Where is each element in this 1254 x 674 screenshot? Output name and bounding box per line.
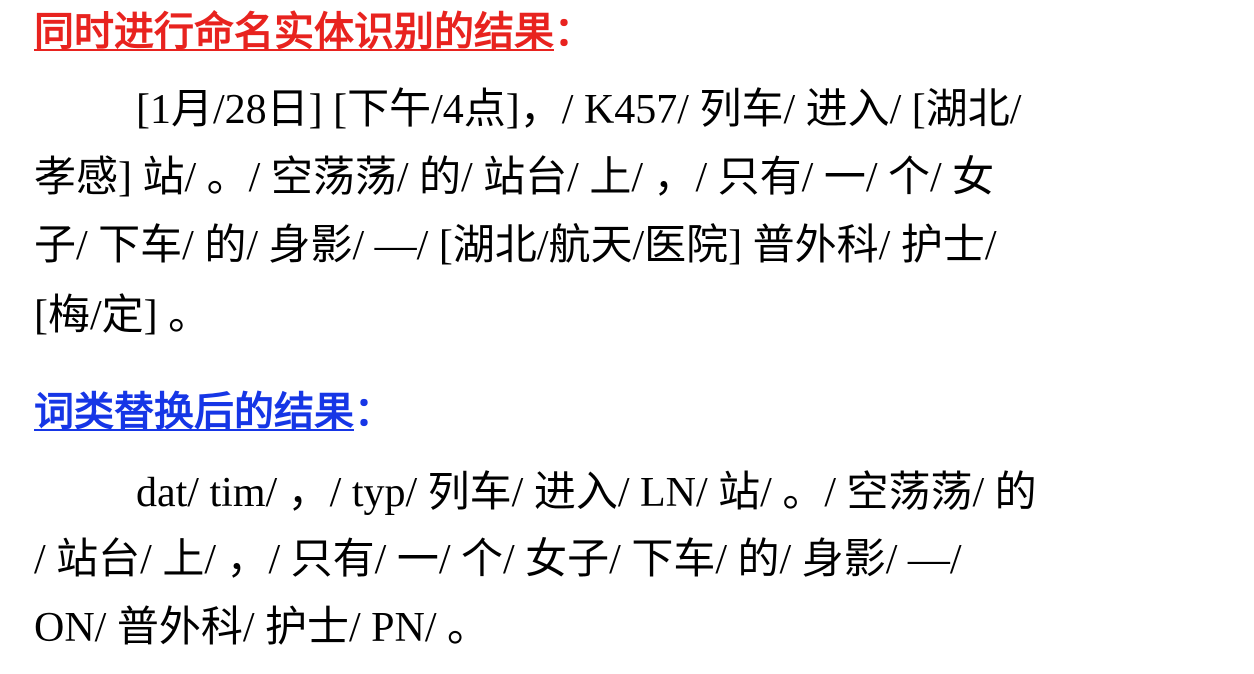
heading-colon: ： [354, 390, 394, 434]
pos-line-3: ON/ 普外科/ 护士/ PN/ 。 [34, 605, 490, 651]
heading-pos-replace-text: 词类替换后的结果 [34, 390, 354, 434]
heading-ner-result-text: 同时进行命名实体识别的结果 [34, 10, 554, 54]
pos-line-1: dat/ tim/ ，/ typ/ 列车/ 进入/ LN/ 站/ 。/ 空荡荡/… [136, 470, 1037, 516]
pos-line-2: / 站台/ 上/ ，/ 只有/ 一/ 个/ 女子/ 下车/ 的/ 身影/ —/ [34, 537, 962, 583]
heading-pos-replace-result: 词类替换后的结果： [34, 388, 394, 436]
ner-line-4: [梅/定] 。 [34, 293, 211, 339]
ner-line-1: [1月/28日] [下午/4点]，/ K457/ 列车/ 进入/ [湖北/ [136, 87, 1022, 133]
ner-line-2: 孝感] 站/ 。/ 空荡荡/ 的/ 站台/ 上/ ，/ 只有/ 一/ 个/ 女 [34, 155, 995, 201]
heading-ner-result: 同时进行命名实体识别的结果： [34, 8, 594, 56]
ner-line-3: 子/ 下车/ 的/ 身影/ —/ [湖北/航天/医院] 普外科/ 护士/ [34, 223, 997, 269]
heading-colon: ： [554, 10, 594, 54]
